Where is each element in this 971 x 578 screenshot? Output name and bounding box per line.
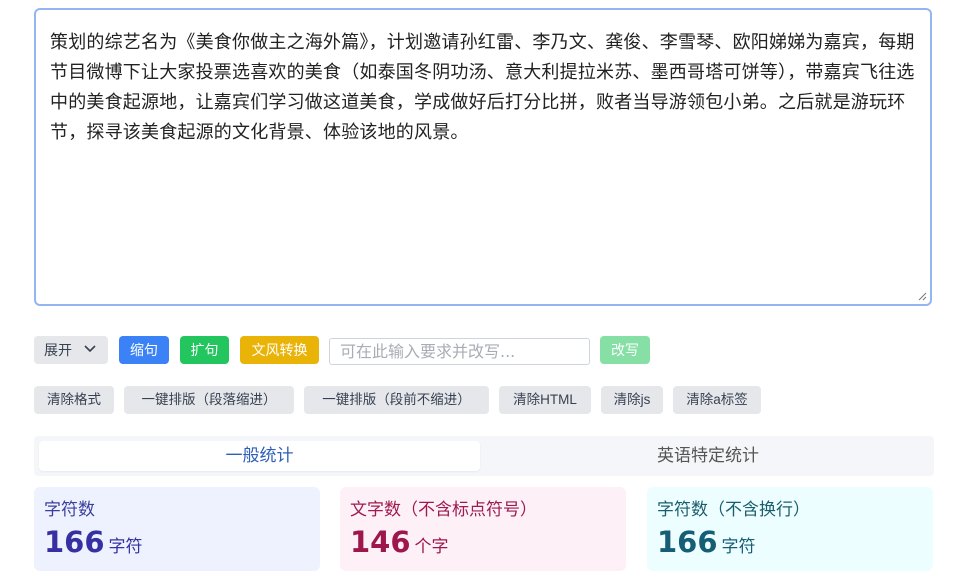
rewrite-prompt-input[interactable] [329,338,590,365]
rewrite-button[interactable]: 改写 [600,336,650,364]
stat-card-chars-no-newline: 字符数（不含换行） 166 字符 [647,487,933,571]
stat-title: 字符数 [44,500,95,520]
tab-english-stats[interactable]: 英语特定统计 [486,441,930,471]
tab-general-stats[interactable]: 一般统计 [39,441,480,471]
expand-button-label: 展开 [44,342,72,358]
resize-handle-icon[interactable] [918,292,927,301]
shrink-sentence-button[interactable]: 缩句 [119,336,169,364]
stat-title: 字符数（不含换行） [657,500,810,520]
stat-unit: 个字 [414,537,449,557]
expand-button[interactable]: 展开 [34,336,108,364]
stat-card-chars: 字符数 166 字符 [34,487,320,571]
layout-indent-button[interactable]: 一键排版（段落缩进） [124,386,294,414]
clear-format-button[interactable]: 清除格式 [34,386,114,414]
layout-no-indent-button[interactable]: 一键排版（段前不缩进） [304,386,489,414]
stat-value-row: 146 个字 [350,525,616,559]
editor-content[interactable]: 策划的综艺名为《美食你做主之海外篇》，计划邀请孙红雷、李乃文、龚俊、李雪琴、欧阳… [50,28,918,148]
style-convert-button[interactable]: 文风转换 [240,336,319,364]
clear-html-button[interactable]: 清除HTML [499,386,591,414]
stat-value-row: 166 字符 [657,525,923,559]
clear-js-button[interactable]: 清除js [601,386,663,414]
stat-title: 文字数（不含标点符号） [350,500,537,520]
stat-value: 146 [350,525,411,559]
word-count-tool: 策划的综艺名为《美食你做主之海外篇》，计划邀请孙红雷、李乃文、龚俊、李雪琴、欧阳… [0,0,971,578]
stat-value: 166 [657,525,718,559]
stat-card-words-no-punct: 文字数（不含标点符号） 146 个字 [340,487,626,571]
stats-tabs: 一般统计 英语特定统计 [34,436,934,476]
stat-unit: 字符 [108,537,143,557]
clear-a-tags-button[interactable]: 清除a标签 [673,386,761,414]
chevron-down-icon [84,345,96,353]
stat-unit: 字符 [721,537,756,557]
text-editor[interactable]: 策划的综艺名为《美食你做主之海外篇》，计划邀请孙红雷、李乃文、龚俊、李雪琴、欧阳… [34,8,932,306]
stat-value-row: 166 字符 [44,525,310,559]
stat-value: 166 [44,525,105,559]
expand-sentence-button[interactable]: 扩句 [180,336,229,364]
